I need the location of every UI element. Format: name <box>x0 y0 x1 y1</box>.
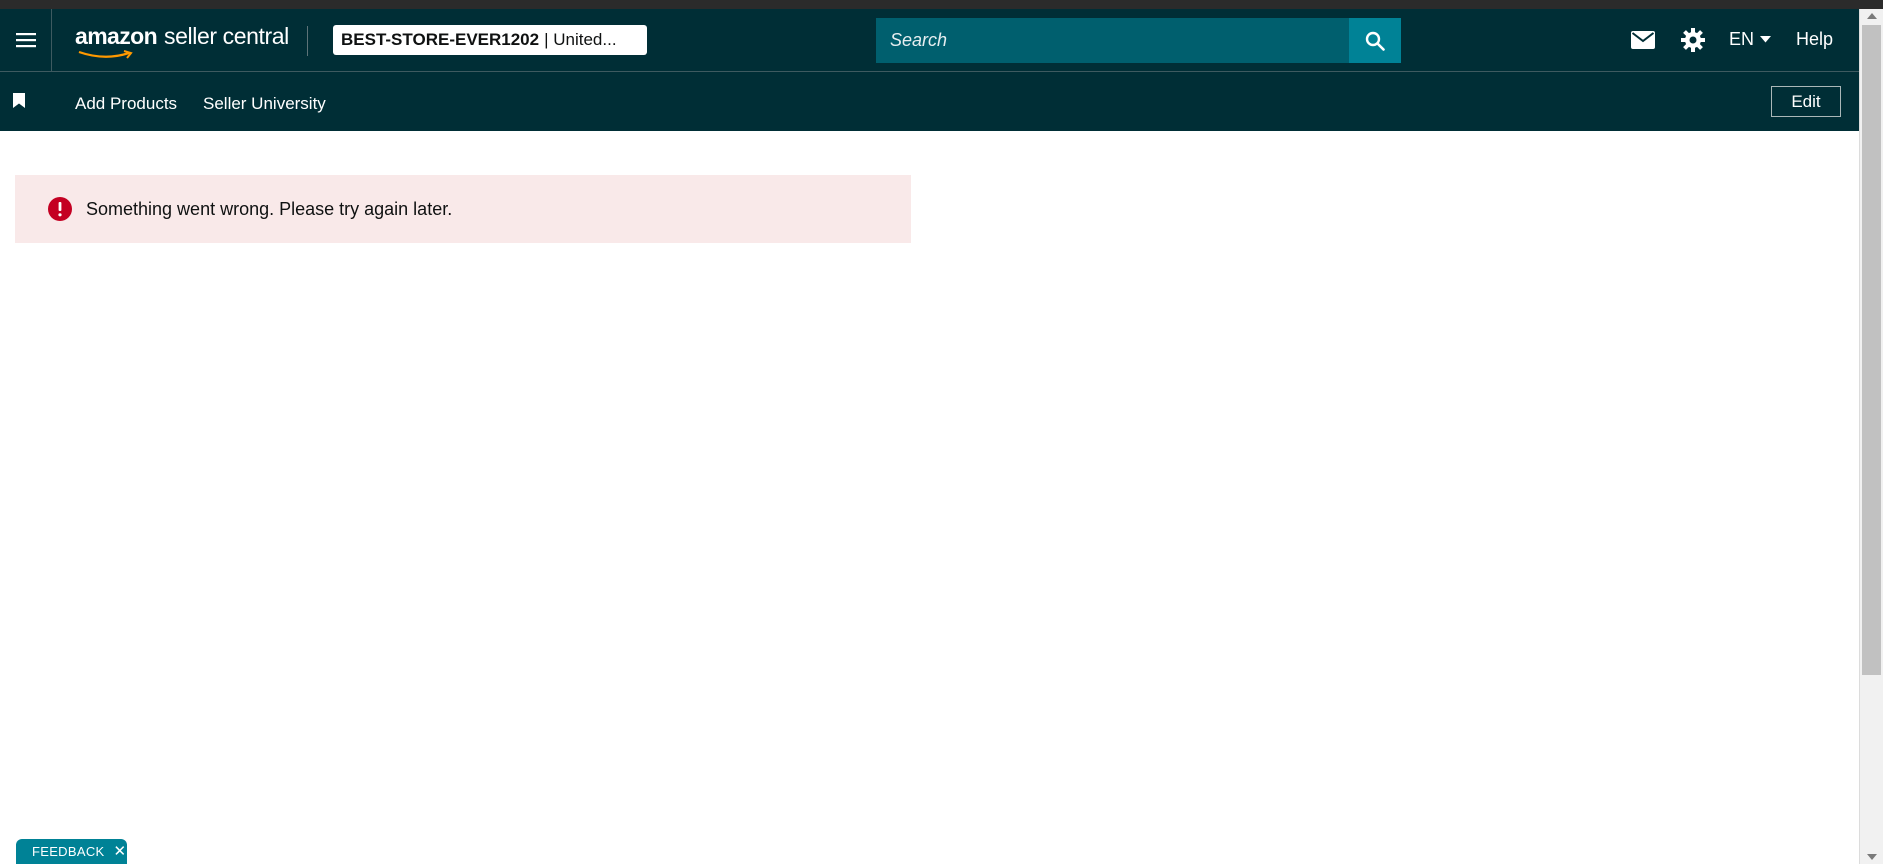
top-header: amazon seller central BEST-STORE-EVER120… <box>0 9 1859 72</box>
feedback-label: FEEDBACK <box>32 844 105 859</box>
search-icon <box>1365 31 1385 51</box>
menu-button[interactable] <box>0 9 52 71</box>
seller-central-logo[interactable]: amazon seller central <box>75 23 289 63</box>
amazon-smile-icon <box>78 50 133 59</box>
store-region: | United... <box>544 30 617 49</box>
store-switcher[interactable]: BEST-STORE-EVER1202 | United... <box>333 25 647 55</box>
bookmark-button[interactable] <box>13 93 25 113</box>
nav-link-add-products[interactable]: Add Products <box>75 94 177 114</box>
logo-brand: amazon <box>75 23 158 49</box>
vertical-scrollbar[interactable] <box>1859 9 1883 864</box>
nav-link-seller-university[interactable]: Seller University <box>203 94 326 114</box>
messages-button[interactable] <box>1631 31 1655 54</box>
edit-button[interactable]: Edit <box>1771 86 1841 117</box>
error-alert: Something went wrong. Please try again l… <box>15 175 911 243</box>
language-selector[interactable]: EN <box>1729 29 1772 50</box>
error-message: Something went wrong. Please try again l… <box>86 198 453 219</box>
language-label: EN <box>1729 29 1755 49</box>
caret-down-icon <box>1760 36 1772 43</box>
feedback-tab[interactable]: FEEDBACK ✕ <box>16 839 127 864</box>
search-input[interactable] <box>876 18 1349 63</box>
scroll-up-arrow-icon[interactable] <box>1867 13 1877 19</box>
close-icon[interactable]: ✕ <box>113 844 126 859</box>
menu-icon <box>15 33 36 48</box>
scroll-thumb[interactable] <box>1862 25 1881 675</box>
help-link[interactable]: Help <box>1796 29 1833 50</box>
logo-product: seller central <box>164 23 289 49</box>
error-icon <box>48 197 72 221</box>
store-name: BEST-STORE-EVER1202 <box>341 30 540 49</box>
bookmark-icon <box>13 93 25 108</box>
scroll-down-arrow-icon[interactable] <box>1867 854 1877 860</box>
header-divider <box>307 26 308 56</box>
search-bar <box>876 18 1401 63</box>
bookmark-nav-bar: Add Products Seller University Edit <box>0 72 1859 131</box>
browser-chrome-strip <box>0 0 1883 9</box>
mail-icon <box>1631 31 1655 49</box>
gear-icon <box>1681 28 1705 52</box>
search-button[interactable] <box>1349 18 1401 63</box>
settings-button[interactable] <box>1681 28 1705 57</box>
